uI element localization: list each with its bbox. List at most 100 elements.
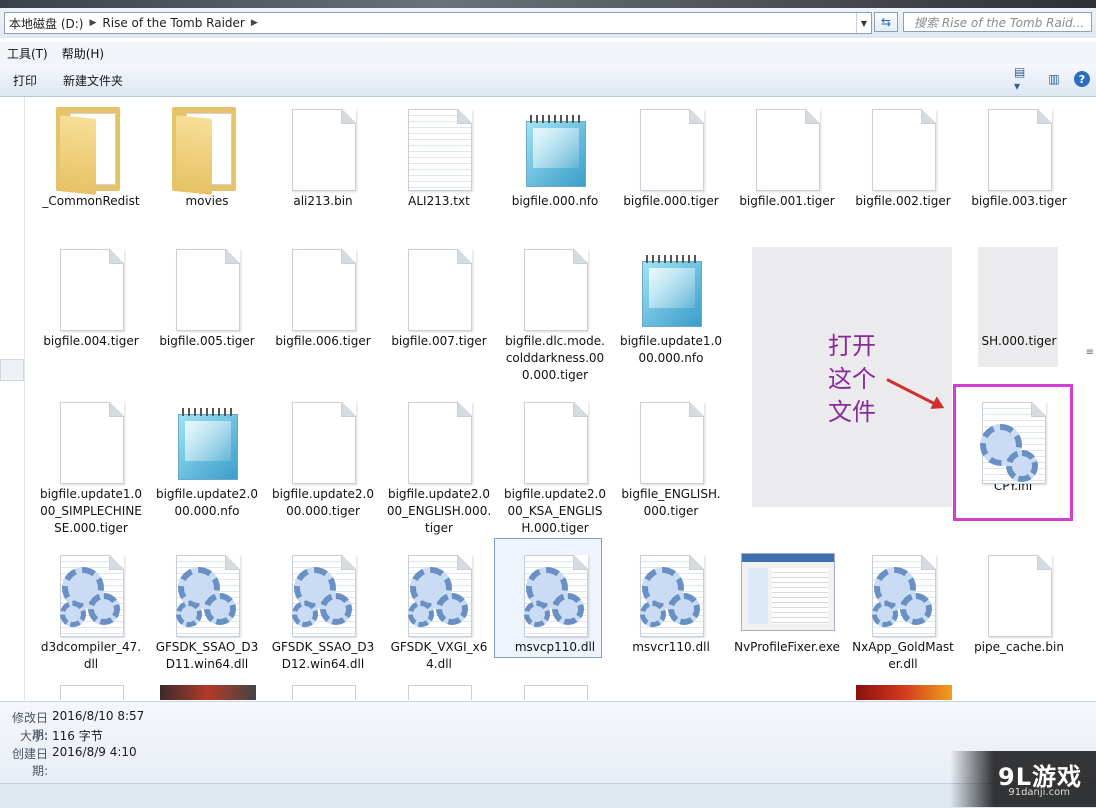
gear-icon (522, 561, 588, 633)
partial-file-icon[interactable] (60, 685, 124, 700)
status-bar (0, 783, 1096, 808)
file-name: bigfile.update2.000_KSA_ENGLISH.000.tige… (503, 487, 607, 535)
file-item[interactable]: bigfile.update2.000.000.tiger (268, 390, 378, 520)
address-row: 本地磁盘 (D:) ▶ Rise of the Tomb Raider ▶ ▼ … (0, 8, 1096, 38)
file-item[interactable]: GFSDK_SSAO_D3D12.win64.dll (268, 543, 378, 673)
watermark-url: 91danji.com (1008, 787, 1070, 798)
file-item[interactable]: bigfile.005.tiger (152, 237, 262, 350)
command-bar-right: ▤ ▾ ▥ ? (1014, 65, 1090, 93)
nav-pane-tab[interactable] (0, 359, 24, 381)
annotation-highlight-box (953, 384, 1073, 521)
file-item[interactable]: SH.000.tiger (964, 237, 1074, 350)
file-item[interactable]: ali213.bin (268, 97, 378, 210)
file-item[interactable]: bigfile.006.tiger (268, 237, 378, 350)
partial-file-icon[interactable] (524, 685, 588, 700)
file-item[interactable]: msvcr110.dll (616, 543, 726, 656)
folder-item[interactable]: movies (152, 97, 262, 210)
file-item[interactable]: bigfile.000.nfo (500, 97, 610, 210)
file-item[interactable]: bigfile.000.tiger (616, 97, 726, 210)
menu-help[interactable]: 帮助(H) (55, 45, 111, 62)
file-icon (988, 109, 1052, 191)
partial-file-icon[interactable] (408, 685, 472, 700)
file-item[interactable]: bigfile.004.tiger (36, 237, 146, 350)
partial-file-icon[interactable] (292, 685, 356, 700)
command-bar: 打印 新建文件夹 ▤ ▾ ▥ ? (0, 64, 1096, 97)
details-label: 大小: (19, 729, 48, 743)
file-name: bigfile.update1.000_SIMPLECHINESE.000.ti… (39, 487, 143, 535)
file-item[interactable]: bigfile.007.tiger (384, 237, 494, 350)
file-view[interactable]: ≡ _CommonRedist movies ali213.bin ALI213… (0, 97, 1096, 700)
file-icon (524, 402, 588, 484)
file-icon (292, 249, 356, 331)
notepad-icon (642, 255, 702, 327)
file-item[interactable]: bigfile.update2.000_ENGLISH.000.tiger (384, 390, 494, 537)
address-dropdown-icon[interactable]: ▼ (856, 13, 871, 33)
details-label: 创建日期: (11, 747, 48, 778)
menu-bar: 工具(T) 帮助(H) (0, 42, 1096, 65)
view-options-icon[interactable]: ▤ ▾ (1014, 65, 1034, 93)
new-folder-button[interactable]: 新建文件夹 (50, 72, 136, 89)
file-item[interactable]: pipe_cache.bin (964, 543, 1074, 656)
file-item[interactable]: d3dcompiler_47.dll (36, 543, 146, 673)
file-icon (60, 402, 124, 484)
file-name: SH.000.tiger (981, 334, 1057, 348)
partial-image-thumbnail[interactable] (856, 685, 952, 700)
notepad-icon (526, 115, 586, 187)
details-size: 大小: 116 字节 (0, 727, 103, 744)
details-created: 创建日期: 2016/8/9 4:10 (0, 745, 137, 779)
search-input[interactable]: 搜索 Rise of the Tomb Raid... (903, 12, 1092, 32)
file-name: bigfile.004.tiger (43, 334, 139, 348)
file-item[interactable]: bigfile.update1.000.000.nfo (616, 237, 726, 367)
refresh-button[interactable]: ⇆ (874, 12, 898, 32)
file-name: bigfile.000.nfo (511, 194, 599, 208)
details-pane: 修改日期: 2016/8/10 8:57 大小: 116 字节 创建日期: 20… (0, 701, 1096, 784)
file-name: msvcr110.dll (632, 640, 710, 654)
annotation-line: 打开 (828, 332, 876, 360)
file-item[interactable]: bigfile.001.tiger (732, 97, 842, 210)
file-item[interactable]: GFSDK_SSAO_D3D11.win64.dll (152, 543, 262, 673)
file-name: GFSDK_SSAO_D3D11.win64.dll (155, 640, 259, 671)
navigation-pane-edge (0, 97, 25, 700)
partial-image-thumbnail[interactable] (160, 685, 256, 700)
annotation-line: 这个 (828, 365, 876, 393)
file-item[interactable]: bigfile.002.tiger (848, 97, 958, 210)
preview-pane-icon[interactable]: ▥ (1044, 70, 1064, 88)
file-name: d3dcompiler_47.dll (40, 640, 142, 671)
breadcrumb-drive[interactable]: 本地磁盘 (D:) (5, 15, 87, 32)
breadcrumb-chevron-icon[interactable]: ▶ (249, 18, 260, 28)
file-icon (524, 249, 588, 331)
file-icon (60, 249, 124, 331)
text-file-icon (408, 109, 472, 191)
folder-item[interactable]: _CommonRedist (36, 97, 146, 210)
file-item-selected[interactable]: msvcp110.dll (494, 538, 610, 658)
file-item[interactable]: bigfile.update2.000_KSA_ENGLISH.000.tige… (500, 390, 610, 537)
file-name: bigfile.update1.000.000.nfo (619, 334, 723, 365)
file-item[interactable]: NvProfileFixer.exe (732, 543, 842, 656)
file-name: GFSDK_SSAO_D3D12.win64.dll (271, 640, 375, 671)
file-name: bigfile.update2.000.000.nfo (155, 487, 259, 518)
help-icon[interactable]: ? (1074, 71, 1090, 87)
file-item[interactable]: ALI213.txt (384, 97, 494, 210)
gear-icon (290, 561, 356, 633)
file-name: bigfile.003.tiger (971, 194, 1067, 208)
breadcrumb-folder[interactable]: Rise of the Tomb Raider (98, 16, 248, 30)
file-name: bigfile.000.tiger (623, 194, 719, 208)
file-name: msvcp110.dll (514, 640, 596, 654)
file-item[interactable]: bigfile.003.tiger (964, 97, 1074, 210)
file-item[interactable]: bigfile.update1.000_SIMPLECHINESE.000.ti… (36, 390, 146, 537)
file-item[interactable]: NxApp_GoldMaster.dll (848, 543, 958, 673)
annotation-line: 文件 (828, 398, 876, 426)
file-item[interactable]: bigfile_ENGLISH.000.tiger (616, 390, 726, 520)
file-name: NxApp_GoldMaster.dll (852, 640, 954, 671)
breadcrumb-chevron-icon[interactable]: ▶ (87, 18, 98, 28)
file-name: bigfile.update2.000.000.tiger (271, 487, 375, 518)
file-item[interactable]: bigfile.dlc.mode.colddarkness.000.000.ti… (500, 237, 610, 384)
menu-tools[interactable]: 工具(T) (0, 45, 55, 62)
file-item[interactable]: GFSDK_VXGI_x64.dll (384, 543, 494, 673)
file-item[interactable]: bigfile.update2.000.000.nfo (152, 390, 262, 520)
file-icon (292, 402, 356, 484)
print-button[interactable]: 打印 (0, 72, 50, 89)
address-bar[interactable]: 本地磁盘 (D:) ▶ Rise of the Tomb Raider ▶ ▼ (4, 12, 872, 34)
file-name: NvProfileFixer.exe (734, 640, 840, 654)
file-name: bigfile.007.tiger (391, 334, 487, 348)
